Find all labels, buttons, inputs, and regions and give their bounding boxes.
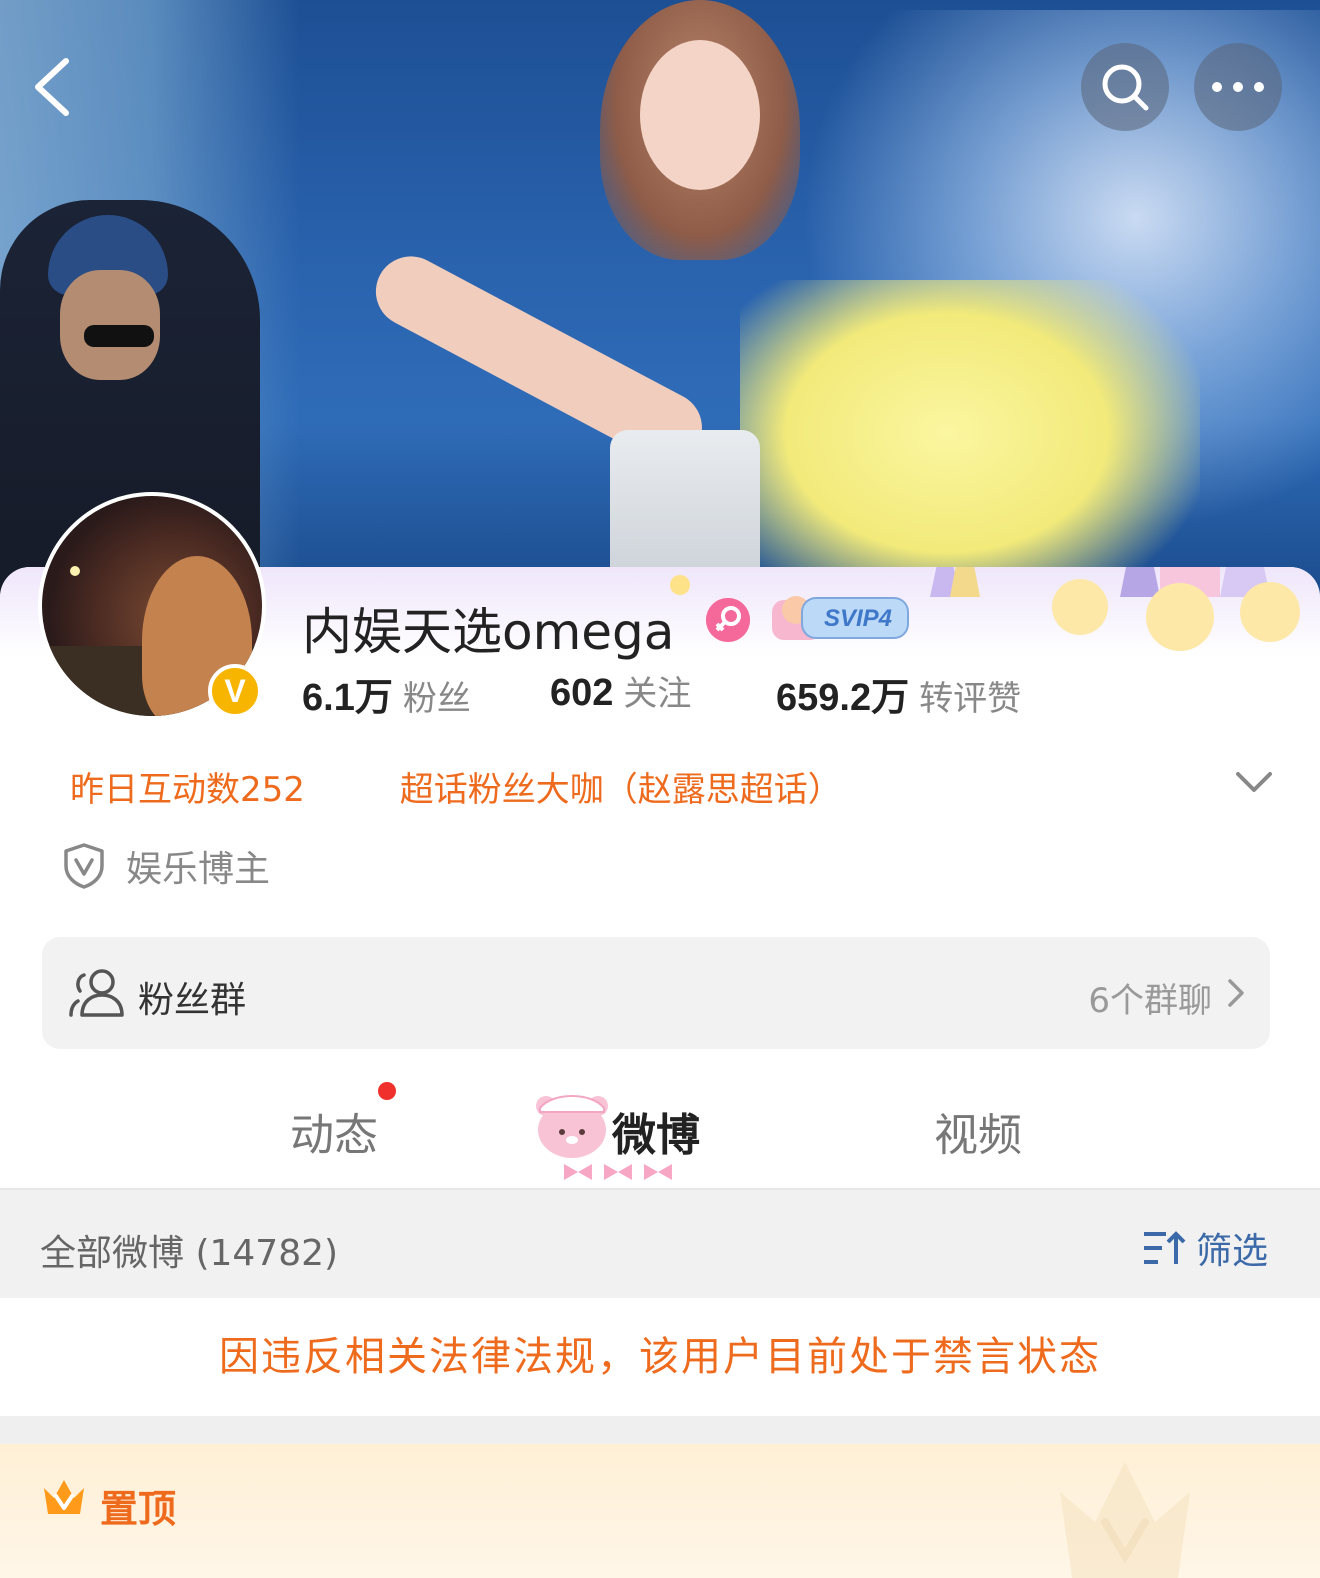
tab-weibo[interactable]: 微博 xyxy=(612,1099,700,1163)
cover-face xyxy=(640,40,760,190)
feed-filter-bar: 全部微博 (14782) 筛选 xyxy=(0,1188,1320,1300)
filter-icon xyxy=(1143,1231,1186,1264)
tab-dynamic[interactable]: 动态 xyxy=(290,1099,378,1163)
ribbon-decoration-icon xyxy=(560,1160,678,1184)
stat-reposts-likes[interactable]: 659.2万 转评赞 xyxy=(776,666,1021,721)
chevron-left-icon xyxy=(35,58,69,116)
filter-label: 筛选 xyxy=(1195,1231,1268,1272)
search-icon xyxy=(1102,64,1149,111)
female-icon xyxy=(706,598,750,642)
fans-group-count: 6个群聊 xyxy=(1088,981,1212,1021)
shield-v-icon xyxy=(64,843,104,889)
ban-notice: 因违反相关法律法规，该用户目前处于禁言状态 xyxy=(0,1298,1320,1416)
verified-badge: V xyxy=(208,664,262,718)
filter-button[interactable]: 筛选 xyxy=(1142,1222,1268,1274)
followers-label: 粉丝 xyxy=(402,679,471,719)
back-button[interactable] xyxy=(30,55,80,116)
search-button[interactable] xyxy=(1081,43,1169,131)
chevron-down-icon xyxy=(1236,772,1272,792)
fans-group-entry[interactable]: 粉丝群 6个群聊 xyxy=(42,937,1270,1049)
svg-text:SVIP4: SVIP4 xyxy=(824,605,892,632)
pinned-label: 置顶 xyxy=(100,1487,177,1531)
fans-group-label: 粉丝群 xyxy=(138,980,247,1021)
cover-dress xyxy=(740,280,1200,600)
more-button[interactable] xyxy=(1194,43,1282,131)
username: 内娱天选omega xyxy=(302,603,675,661)
interaction-info[interactable]: 昨日互动数252 超话粉丝大咖（赵露思超话） xyxy=(70,762,842,811)
following-label: 关注 xyxy=(623,674,692,714)
bear-icon xyxy=(532,1090,612,1160)
avatar-light xyxy=(70,566,80,576)
interaction-count: 昨日互动数252 xyxy=(70,770,305,810)
cover-sunglasses xyxy=(84,325,154,347)
crown-watermark-icon xyxy=(1060,1462,1190,1578)
reposts-likes-label: 转评赞 xyxy=(919,679,1022,719)
pinned-post[interactable]: 置顶 xyxy=(0,1444,1320,1578)
following-count: 602 xyxy=(550,672,614,714)
super-topic-fan: 超话粉丝大咖（赵露思超话） xyxy=(399,770,842,810)
reposts-likes-count: 659.2万 xyxy=(776,677,910,719)
stat-following[interactable]: 602 关注 xyxy=(550,666,691,715)
stat-followers[interactable]: 6.1万 粉丝 xyxy=(302,666,471,721)
tab-video[interactable]: 视频 xyxy=(934,1099,1022,1163)
expand-button[interactable] xyxy=(1232,760,1276,804)
followers-count: 6.1万 xyxy=(302,677,393,719)
blogger-tag-label: 娱乐博主 xyxy=(126,849,271,890)
group-icon xyxy=(69,969,124,1017)
weibo-count: 全部微博 (14782) xyxy=(40,1233,339,1274)
blogger-tag[interactable]: 娱乐博主 xyxy=(62,840,270,892)
crown-v-icon xyxy=(44,1480,84,1514)
section-divider xyxy=(0,1416,1320,1444)
chevron-right-icon xyxy=(1228,979,1244,1007)
notification-dot xyxy=(378,1082,396,1100)
more-dots-icon xyxy=(1212,82,1264,92)
svip-badge[interactable]: SVIP4 xyxy=(768,592,910,644)
